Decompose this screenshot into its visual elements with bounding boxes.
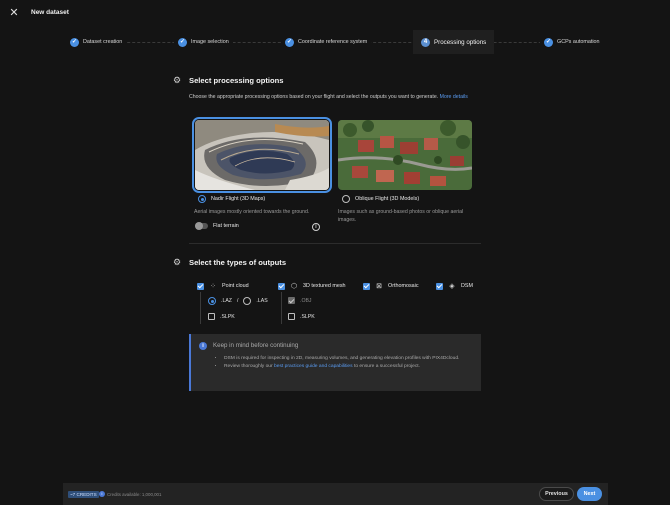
output-label: DSM [461,283,473,289]
check-icon: ✓ [285,37,294,47]
orthomosaic-icon: ⊠ [376,283,382,290]
check-icon: ✓ [178,37,187,47]
orthomosaic-checkbox[interactable] [363,282,370,290]
point-cloud-format-row: .LAZ / .LAS [208,297,268,305]
processing-section-header: ⚙ Select processing options [173,75,284,86]
point-cloud-slpk-row[interactable]: .SLPK [208,313,235,320]
las-label: .LAS [256,298,268,304]
oblique-flight-option[interactable]: Oblique Flight (3D Models) [342,195,419,203]
credits-available: Credits available: 1,000,001 [107,491,162,497]
notice-item: DSM is required for inspecting in 2D, me… [224,355,474,363]
credits-badge: ~7 CREDITS [68,491,99,498]
output-dsm[interactable]: ◈ DSM [436,282,473,290]
notice-title: Keep in mind before continuing [213,342,299,349]
gear-icon: ⚙ [173,75,182,85]
section-divider [189,243,481,244]
best-practices-link[interactable]: best practices guide and capabilities [274,364,353,369]
mesh-obj-row: .OBJ [288,297,312,304]
mesh-obj-checkbox [288,297,295,304]
sub-options-line [281,292,282,324]
nadir-flight-description: Aerial images mostly oriented towards th… [194,209,310,215]
step-dataset-creation[interactable]: ✓ Dataset creation [66,34,127,50]
output-label: Point cloud [222,283,249,289]
mesh-checkbox[interactable] [278,282,285,290]
mesh-icon: ⬡ [290,283,298,290]
info-icon[interactable]: i [312,223,320,231]
mesh-slpk-checkbox[interactable] [288,313,295,320]
laz-label: .LAZ [221,298,232,304]
page-title: New dataset [31,9,69,16]
mesh-slpk-row[interactable]: .SLPK [288,313,315,320]
oblique-flight-radio[interactable] [342,195,350,203]
dsm-icon: ◈ [449,283,455,290]
info-icon[interactable]: i [99,491,105,497]
processing-description: Choose the appropriate processing option… [189,94,468,100]
output-point-cloud[interactable]: ⁘ Point cloud [197,282,249,290]
dsm-checkbox[interactable] [436,282,443,290]
flat-terrain-toggle-row[interactable]: Flat terrain [195,222,239,230]
output-label: Orthomosaic [388,283,419,289]
las-radio[interactable] [243,297,252,305]
notice-panel: i Keep in mind before continuing DSM is … [189,334,481,391]
step-label: Image selection [191,39,229,45]
quarry-aerial-image [195,120,329,190]
stepper: ✓ Dataset creation ✓ Image selection ✓ C… [62,29,612,55]
step-processing-options[interactable]: 4 Processing options [413,30,495,54]
gear-icon: ⚙ [173,257,182,267]
slpk-label: .SLPK [300,313,315,320]
format-separator: / [236,298,239,304]
town-aerial-image [338,120,472,190]
more-details-link[interactable]: More details [440,94,468,100]
point-cloud-slpk-checkbox[interactable] [208,313,215,320]
flat-terrain-label: Flat terrain [213,223,239,229]
sub-options-line [200,292,201,324]
nadir-flight-option[interactable]: Nadir Flight (3D Maps) [198,195,265,203]
laz-radio[interactable] [208,297,216,305]
next-button[interactable]: Next [577,487,602,501]
outputs-section-header: ⚙ Select the types of outputs [173,257,287,268]
output-label: 3D textured mesh [303,283,346,289]
notice-list: DSM is required for inspecting in 2D, me… [224,355,474,370]
slpk-label: .SLPK [220,313,235,320]
point-cloud-icon: ⁘ [210,283,216,290]
point-cloud-checkbox[interactable] [197,282,204,290]
notice-item: Review thoroughly our best practices gui… [224,363,474,371]
previous-button[interactable]: Previous [539,487,574,501]
oblique-flight-image[interactable] [338,120,472,190]
obj-label: .OBJ [300,297,312,304]
step-label: Processing options [434,38,487,46]
step-image-selection[interactable]: ✓ Image selection [174,34,233,50]
flat-terrain-toggle[interactable] [195,222,208,230]
option-label: Oblique Flight (3D Models) [355,196,420,202]
output-orthomosaic[interactable]: ⊠ Orthomosaic [363,282,419,290]
output-3d-textured-mesh[interactable]: ⬡ 3D textured mesh [278,282,346,290]
footer-bar: ~7 CREDITS i Credits available: 1,000,00… [63,483,608,505]
nadir-flight-image[interactable] [192,117,332,193]
step-label: Dataset creation [83,39,123,45]
step-label: GCPs automation [557,39,600,45]
nadir-flight-radio[interactable] [198,195,206,203]
section-title: Select the types of outputs [189,258,287,267]
oblique-flight-description: Images such as ground-based photos or ob… [338,209,464,223]
close-icon[interactable]: ✕ [8,7,20,19]
check-icon: ✓ [70,37,79,47]
step-coordinate-reference-system[interactable]: ✓ Coordinate reference system [281,34,372,50]
check-icon: ✓ [544,37,553,47]
section-title: Select processing options [189,76,284,85]
info-icon: i [199,342,207,350]
step-label: Coordinate reference system [298,39,368,45]
step-gcps-automation[interactable]: ✓ GCPs automation [540,34,604,50]
option-label: Nadir Flight (3D Maps) [211,196,266,202]
step-number: 4 [421,37,430,47]
